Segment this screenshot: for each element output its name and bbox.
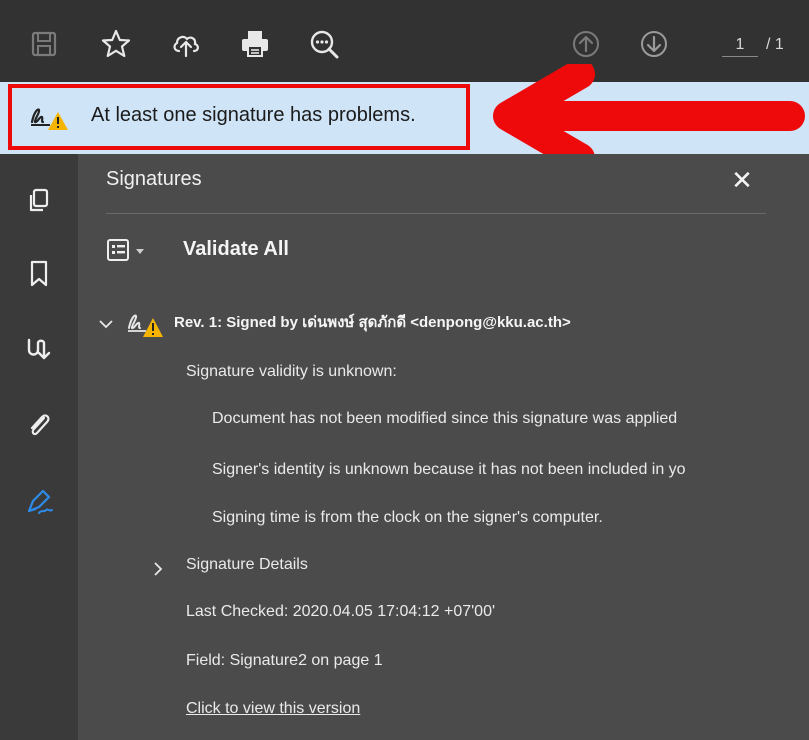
revision-title[interactable]: Rev. 1: Signed by เด่นพงษ์ สุดภักดี <den… bbox=[174, 310, 571, 334]
panel-divider bbox=[106, 213, 766, 214]
signature-pen-icon[interactable] bbox=[22, 484, 56, 518]
chevron-right-icon[interactable] bbox=[152, 561, 164, 577]
highlight-box bbox=[8, 84, 470, 150]
panel-title: Signatures bbox=[106, 168, 202, 190]
signature-field: Field: Signature2 on page 1 bbox=[186, 652, 383, 669]
pdf-viewer-window: 1/ 1 At least one signature has problems… bbox=[0, 0, 809, 740]
navigation-rail bbox=[0, 154, 78, 740]
print-icon[interactable] bbox=[235, 24, 275, 64]
save-icon[interactable] bbox=[24, 24, 64, 64]
signature-details-toggle[interactable]: Signature Details bbox=[186, 556, 308, 574]
detail-signing-time: Signing time is from the clock on the si… bbox=[212, 509, 603, 526]
view-version-link[interactable]: Click to view this version bbox=[186, 700, 360, 718]
page-indicator: 1 / 1 bbox=[722, 36, 784, 57]
pages-icon[interactable] bbox=[22, 184, 56, 218]
page-total: / 1 bbox=[766, 36, 784, 53]
cloud-upload-icon[interactable] bbox=[166, 24, 206, 64]
chevron-down-icon[interactable] bbox=[98, 316, 114, 332]
paperclip-icon[interactable] bbox=[22, 408, 56, 442]
star-icon[interactable] bbox=[96, 24, 136, 64]
detail-identity: Signer's identity is unknown because it … bbox=[212, 461, 686, 478]
validate-all-button[interactable]: Validate All bbox=[183, 238, 289, 261]
signature-validity: Signature validity is unknown: bbox=[186, 363, 397, 380]
page-number-input[interactable]: 1 bbox=[722, 36, 758, 57]
attachments-flow-icon[interactable] bbox=[22, 332, 56, 366]
bookmark-icon[interactable] bbox=[22, 256, 56, 290]
detail-modified: Document has not been modified since thi… bbox=[212, 410, 678, 427]
options-menu-icon[interactable] bbox=[106, 236, 154, 266]
signature-warning-icon bbox=[128, 314, 163, 337]
page-down-icon[interactable] bbox=[634, 24, 674, 64]
last-checked: Last Checked: 2020.04.05 17:04:12 +07'00… bbox=[186, 603, 496, 620]
zoom-icon[interactable] bbox=[304, 24, 344, 64]
page-up-icon[interactable] bbox=[566, 24, 606, 64]
close-icon[interactable]: ✕ bbox=[728, 166, 756, 194]
